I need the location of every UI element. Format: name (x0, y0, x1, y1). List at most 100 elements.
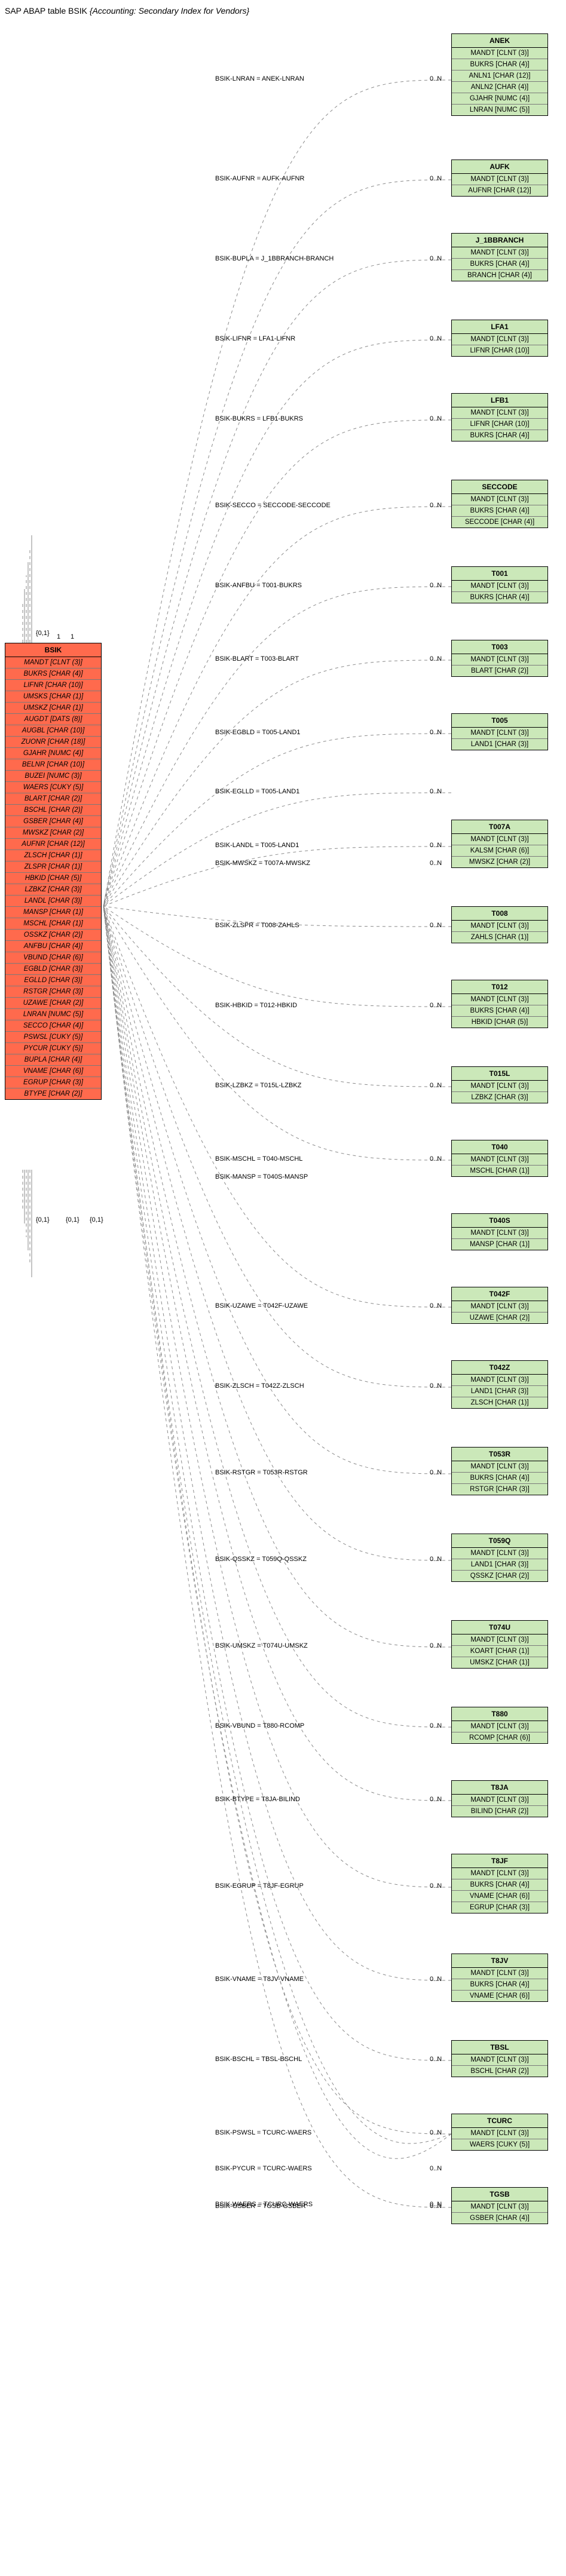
entity-field: ZLSCH [CHAR (1)] (452, 1397, 547, 1408)
edge-label: BSIK-VBUND = T880-RCOMP (215, 1722, 304, 1729)
entity-header: T8JF (452, 1854, 547, 1868)
entity-field: HBKID [CHAR (5)] (452, 1017, 547, 1028)
edge-label: BSIK-BSCHL = TBSL-BSCHL (215, 2056, 302, 2063)
cardinality-label: 0..N (430, 2129, 442, 2136)
entity-field: MANSP [CHAR (1)] (5, 907, 101, 918)
entity-field: LNRAN [NUMC (5)] (452, 105, 547, 115)
cardinality-label: 0..N (430, 75, 442, 82)
entity-header: J_1BBRANCH (452, 234, 547, 247)
cardinality-label: 0..N (430, 2165, 442, 2172)
entity-T042Z: T042ZMANDT [CLNT (3)]LAND1 [CHAR (3)]ZLS… (451, 1360, 548, 1409)
entity-header: T074U (452, 1621, 547, 1634)
entity-field: AUFNR [CHAR (12)] (452, 185, 547, 196)
cardinality-label: 0..N (430, 1556, 442, 1563)
entity-J_1BBRANCH: J_1BBRANCHMANDT [CLNT (3)]BUKRS [CHAR (4… (451, 233, 548, 281)
cardinality-label: 0..N (430, 2056, 442, 2063)
entity-field: MANDT [CLNT (3)] (452, 174, 547, 185)
edge-label: BSIK-LIFNR = LFA1-LIFNR (215, 335, 295, 342)
entity-field: BUKRS [CHAR (4)] (452, 259, 547, 270)
entity-T007A: T007AMANDT [CLNT (3)]KALSM [CHAR (6)]MWS… (451, 820, 548, 868)
entity-field: BUKRS [CHAR (4)] (452, 1005, 547, 1017)
entity-BSIK: BSIKMANDT [CLNT (3)]BUKRS [CHAR (4)]LIFN… (5, 643, 102, 1100)
edge-label: BSIK-AUFNR = AUFK-AUFNR (215, 175, 304, 182)
entity-field: MANDT [CLNT (3)] (452, 247, 547, 259)
entity-field: ZLSPR [CHAR (1)] (5, 861, 101, 873)
edge-label: BSIK-BLART = T003-BLART (215, 655, 299, 663)
entity-T005: T005MANDT [CLNT (3)]LAND1 [CHAR (3)] (451, 713, 548, 750)
entity-field: MWSKZ [CHAR (2)] (5, 827, 101, 839)
entity-field: MANDT [CLNT (3)] (452, 994, 547, 1005)
edge-label: BSIK-QSSKZ = T059Q-QSSKZ (215, 1556, 307, 1563)
entity-field: MANDT [CLNT (3)] (452, 834, 547, 845)
entity-T8JA: T8JAMANDT [CLNT (3)]BILIND [CHAR (2)] (451, 1780, 548, 1817)
entity-header: T053R (452, 1448, 547, 1461)
entity-header: T059Q (452, 1534, 547, 1548)
edge-label: BSIK-ZLSCH = T042Z-ZLSCH (215, 1382, 304, 1390)
entity-field: ZLSCH [CHAR (1)] (5, 850, 101, 861)
entity-field: QSSKZ [CHAR (2)] (452, 1571, 547, 1581)
entity-field: MSCHL [CHAR (1)] (452, 1166, 547, 1176)
entity-field: BSCHL [CHAR (2)] (452, 2066, 547, 2077)
cardinality-label: 0..N (430, 175, 442, 182)
entity-field: MANSP [CHAR (1)] (452, 1239, 547, 1250)
cardinality-label: 0..N (430, 1002, 442, 1009)
cardinality-label: 0..N (430, 1722, 442, 1729)
edge-label: BSIK-LNRAN = ANEK-LNRAN (215, 75, 304, 82)
entity-field: BUKRS [CHAR (4)] (452, 1473, 547, 1484)
edge-label: BSIK-EGBLD = T005-LAND1 (215, 729, 301, 736)
edge-label: BSIK-HBKID = T012-HBKID (215, 1002, 297, 1009)
entity-header: BSIK (5, 643, 101, 657)
entity-field: ZAHLS [CHAR (1)] (452, 932, 547, 943)
entity-header: TBSL (452, 2041, 547, 2054)
cardinality-label: 0..N (430, 502, 442, 509)
entity-field: BUPLA [CHAR (4)] (5, 1054, 101, 1066)
entity-field: RSTGR [CHAR (3)] (5, 986, 101, 998)
entity-field: EGLLD [CHAR (3)] (5, 975, 101, 986)
edge-label: BSIK-LANDL = T005-LAND1 (215, 842, 299, 849)
entity-field: MANDT [CLNT (3)] (452, 1721, 547, 1732)
cardinality-label: 0..N (430, 1155, 442, 1163)
entity-field: MANDT [CLNT (3)] (452, 1375, 547, 1386)
entity-field: ANLN1 [CHAR (12)] (452, 70, 547, 82)
entity-field: UZAWE [CHAR (2)] (5, 998, 101, 1009)
entity-field: RSTGR [CHAR (3)] (452, 1484, 547, 1495)
entity-field: LZBKZ [CHAR (3)] (5, 884, 101, 896)
entity-T040: T040MANDT [CLNT (3)]MSCHL [CHAR (1)] (451, 1140, 548, 1177)
entity-header: SECCODE (452, 480, 547, 494)
entity-header: T008 (452, 907, 547, 921)
entity-T8JV: T8JVMANDT [CLNT (3)]BUKRS [CHAR (4)]VNAM… (451, 1954, 548, 2002)
entity-field: MANDT [CLNT (3)] (452, 1868, 547, 1879)
entity-header: T003 (452, 640, 547, 654)
entity-field: EGRUP [CHAR (3)] (5, 1077, 101, 1088)
entity-field: BLART [CHAR (2)] (5, 793, 101, 805)
entity-field: AUFNR [CHAR (12)] (5, 839, 101, 850)
edge-label: BSIK-BUPLA = J_1BBRANCH-BRANCH (215, 255, 334, 262)
edge-label: BSIK-SECCO = SECCODE-SECCODE (215, 502, 331, 509)
entity-field: MANDT [CLNT (3)] (452, 581, 547, 592)
entity-field: KALSM [CHAR (6)] (452, 845, 547, 857)
entity-header: AUFK (452, 160, 547, 174)
entity-field: BSCHL [CHAR (2)] (5, 805, 101, 816)
entity-field: MANDT [CLNT (3)] (5, 657, 101, 668)
entity-field: BTYPE [CHAR (2)] (5, 1088, 101, 1099)
entity-SECCODE: SECCODEMANDT [CLNT (3)]BUKRS [CHAR (4)]S… (451, 480, 548, 528)
edge-label: BSIK-EGLLD = T005-LAND1 (215, 788, 299, 795)
entity-field: ANLN2 [CHAR (4)] (452, 82, 547, 93)
entity-field: LIFNR [CHAR (10)] (5, 680, 101, 691)
entity-field: VNAME [CHAR (6)] (452, 1991, 547, 2001)
cardinality-label: 0..N (430, 842, 442, 849)
entity-field: MANDT [CLNT (3)] (452, 1154, 547, 1166)
edge-label: BSIK-PYCUR = TCURC-WAERS (215, 2165, 312, 2172)
entity-field: UMSKZ [CHAR (1)] (5, 703, 101, 714)
entity-field: BUKRS [CHAR (4)] (452, 1879, 547, 1891)
entity-AUFK: AUFKMANDT [CLNT (3)]AUFNR [CHAR (12)] (451, 160, 548, 197)
entity-field: ANFBU [CHAR (4)] (5, 941, 101, 952)
entity-T042F: T042FMANDT [CLNT (3)]UZAWE [CHAR (2)] (451, 1287, 548, 1324)
entity-T059Q: T059QMANDT [CLNT (3)]LAND1 [CHAR (3)]QSS… (451, 1534, 548, 1582)
entity-field: LZBKZ [CHAR (3)] (452, 1092, 547, 1103)
cardinality-label: 0..N (430, 1302, 442, 1310)
entity-LFB1: LFB1MANDT [CLNT (3)]LIFNR [CHAR (10)]BUK… (451, 393, 548, 441)
entity-T003: T003MANDT [CLNT (3)]BLART [CHAR (2)] (451, 640, 548, 677)
entity-field: BUKRS [CHAR (4)] (452, 430, 547, 441)
entity-field: UZAWE [CHAR (2)] (452, 1312, 547, 1323)
